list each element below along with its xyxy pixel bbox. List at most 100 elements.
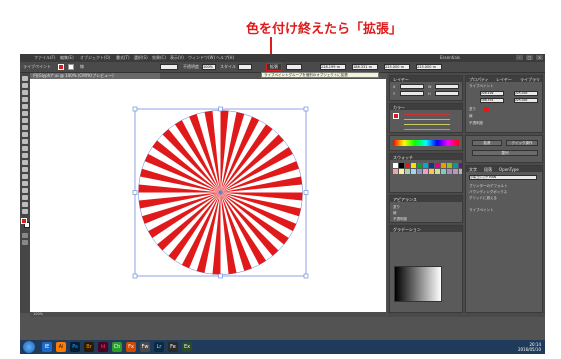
sunburst-artwork[interactable] [138, 110, 303, 275]
hand-tool-icon[interactable] [22, 202, 28, 207]
taskbar-app-icon[interactable]: IE [42, 342, 52, 352]
width-tool-icon[interactable] [22, 160, 28, 165]
tab-layers[interactable]: レイヤー [496, 77, 512, 83]
fill-color-swatch[interactable] [58, 64, 64, 70]
taskbar-app-icon[interactable]: Ch [112, 342, 122, 352]
taskbar-app-icon[interactable]: Ex [182, 342, 192, 352]
prop-w-field[interactable]: 225.000 [514, 91, 538, 96]
live-paint-bucket-tool-icon[interactable] [22, 181, 28, 186]
pencil-tool-icon[interactable] [22, 132, 28, 137]
tab-character[interactable]: 文字 [469, 167, 477, 173]
minimize-button[interactable]: – [516, 55, 523, 60]
transform-x-field[interactable] [400, 84, 424, 89]
checkbox-a-label[interactable]: プリンターのデフォルト [469, 184, 508, 189]
paintbrush-tool-icon[interactable] [22, 125, 28, 130]
handle-bottom[interactable] [218, 273, 223, 279]
tab-transform-layers[interactable]: レイヤー [393, 77, 409, 83]
handle-bottom-right[interactable] [303, 273, 309, 279]
checkbox-c-label[interactable]: グリッドに揃える [469, 196, 497, 201]
stroke-color-swatch[interactable] [68, 64, 74, 70]
menu-file[interactable]: ファイル(F) [34, 55, 55, 61]
h-field[interactable]: 225.000 m [416, 64, 442, 70]
color-slider-c[interactable] [404, 114, 450, 115]
style-dropdown[interactable] [238, 64, 252, 70]
system-clock[interactable]: 20:14 2016/05/10 [518, 342, 541, 352]
eraser-tool-icon[interactable] [22, 139, 28, 144]
align-buttons[interactable] [286, 64, 302, 70]
opacity-field[interactable]: 100% [202, 64, 216, 70]
prop-fill-swatch[interactable] [484, 107, 489, 112]
tab-libraries[interactable]: ライブラリ [520, 77, 540, 83]
tab-appearance[interactable]: アピアランス [393, 197, 417, 203]
taskbar-app-icon[interactable]: Lr [154, 342, 164, 352]
taskbar-app-icon[interactable]: Br [84, 342, 94, 352]
stroke-weight-field[interactable] [160, 64, 178, 70]
color-fill-icon[interactable] [393, 113, 399, 119]
menu-help[interactable]: ヘルプ(H) [216, 55, 234, 61]
magic-wand-tool-icon[interactable] [22, 90, 28, 95]
drawing-mode-icon[interactable] [22, 233, 28, 238]
color-slider-k[interactable] [404, 129, 450, 130]
prop-y-field[interactable]: 188.331 [480, 98, 504, 103]
taskbar-app-icon[interactable]: Fe [168, 342, 178, 352]
gradient-tool-icon[interactable] [22, 188, 28, 193]
shape-builder-tool-icon[interactable] [22, 174, 28, 179]
taskbar-app-icon[interactable]: Ai [56, 342, 66, 352]
color-slider-m[interactable] [404, 119, 450, 120]
pen-tool-icon[interactable] [22, 97, 28, 102]
transform-w-field[interactable] [435, 84, 459, 89]
tab-color[interactable]: カラー [393, 105, 405, 111]
expand-button[interactable]: 拡張 [266, 63, 282, 71]
menu-effect[interactable]: 効果(C) [152, 55, 166, 61]
taskbar-app-icon[interactable]: Id [98, 342, 108, 352]
start-orb-icon[interactable] [23, 341, 35, 353]
selection-tool-icon[interactable] [22, 76, 28, 81]
taskbar-app-icon[interactable]: Fx [126, 342, 136, 352]
color-slider-y[interactable] [404, 124, 450, 125]
checkbox-b-label[interactable]: バウンディングボックス [469, 190, 507, 195]
handle-left[interactable] [132, 190, 138, 195]
prop-h-field[interactable]: 225.000 [514, 98, 538, 103]
free-transform-tool-icon[interactable] [22, 167, 28, 172]
handle-top-left[interactable] [132, 106, 138, 112]
rectangle-tool-icon[interactable] [22, 118, 28, 123]
tab-swatches[interactable]: スウォッチ [393, 155, 413, 161]
artboard[interactable] [30, 79, 386, 312]
menu-object[interactable]: オブジェクト(O) [80, 55, 110, 61]
handle-bottom-left[interactable] [132, 273, 138, 279]
x-field[interactable]: 228.199 m [320, 64, 346, 70]
quick-actions-button[interactable]: クイック操作 [506, 140, 538, 146]
type-tool-icon[interactable] [22, 104, 28, 109]
screen-mode-icon[interactable] [22, 240, 28, 245]
zoom-tool-icon[interactable] [22, 209, 28, 214]
tab-opentype[interactable]: OpenType [499, 167, 519, 172]
maximize-button[interactable]: □ [526, 55, 533, 60]
prop-x-field[interactable]: 228.199 [480, 91, 504, 96]
quick-expand-button[interactable]: 拡張 [472, 140, 502, 146]
close-button[interactable]: × [536, 55, 543, 60]
menu-type[interactable]: 書式(T) [116, 55, 130, 61]
line-tool-icon[interactable] [22, 111, 28, 116]
tab-gradient[interactable]: グラデーション [393, 227, 421, 233]
y-field[interactable]: 188.331 m [352, 64, 378, 70]
eyedropper-tool-icon[interactable] [22, 195, 28, 200]
quick-align-button[interactable]: 整列 [472, 150, 538, 156]
taskbar-app-icon[interactable]: Ps [70, 342, 80, 352]
tab-paragraph[interactable]: 段落 [484, 167, 492, 173]
handle-top[interactable] [218, 106, 223, 112]
transform-y-field[interactable] [400, 91, 424, 96]
menu-view[interactable]: 表示(V) [170, 55, 184, 61]
w-field[interactable]: 225.000 m [384, 64, 410, 70]
handle-top-right[interactable] [303, 106, 309, 112]
scale-tool-icon[interactable] [22, 153, 28, 158]
menu-window[interactable]: ウィンドウ(W) [188, 55, 215, 61]
tab-properties[interactable]: プロパティ [469, 77, 489, 83]
workspace-label[interactable]: Essentials [440, 55, 460, 60]
color-spectrum[interactable] [393, 140, 459, 146]
gradient-preview[interactable] [394, 266, 442, 302]
direct-selection-tool-icon[interactable] [22, 83, 28, 88]
zoom-level[interactable]: 100% [33, 312, 43, 316]
menu-select[interactable]: 選択(S) [134, 55, 148, 61]
taskbar-app-icon[interactable]: Fw [140, 342, 150, 352]
font-family-field[interactable]: 小塚ゴシック Pr6N [469, 175, 537, 180]
